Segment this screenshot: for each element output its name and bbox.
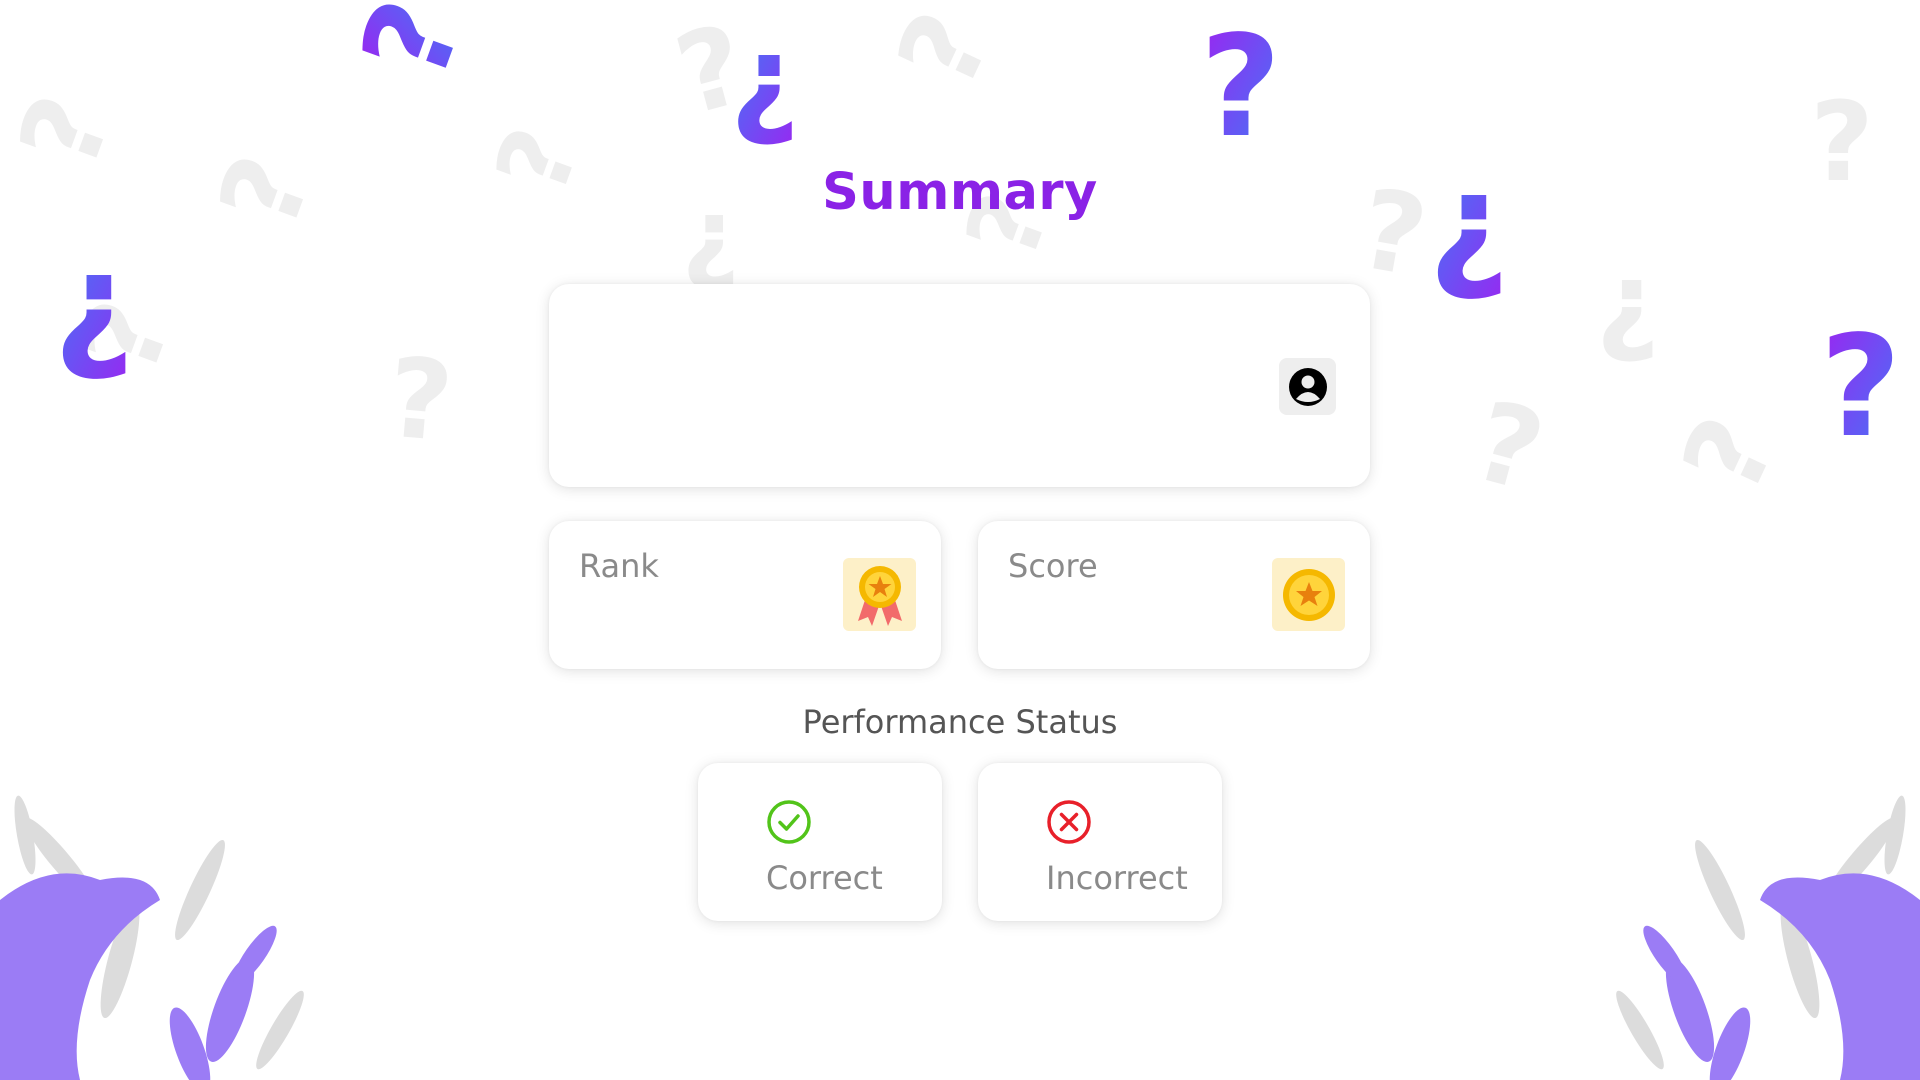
score-label: Score [1008, 547, 1098, 585]
rank-card: Rank [549, 521, 941, 669]
incorrect-card: Incorrect [978, 763, 1222, 921]
svg-text:?: ? [1461, 376, 1556, 516]
avatar [1279, 358, 1336, 415]
coin-icon [1282, 568, 1335, 621]
rank-icon-box [843, 558, 916, 631]
svg-text:?: ? [54, 241, 135, 404]
page-title: Summary [822, 163, 1098, 222]
performance-status-title: Performance Status [802, 703, 1118, 741]
svg-text:?: ? [335, 0, 489, 97]
x-circle-icon [1047, 800, 1091, 844]
svg-text:?: ? [383, 333, 458, 466]
svg-text:?: ? [54, 285, 196, 389]
background-decoration: ? ? ? ? ? ? ? ? ? ? ? ? ? ? ? ? ? ? ? ? [0, 0, 1920, 1080]
svg-text:?: ? [664, 0, 759, 140]
svg-text:?: ? [1658, 399, 1801, 511]
score-card: Score [978, 521, 1370, 669]
profile-card [549, 284, 1370, 487]
correct-label: Correct [766, 859, 883, 897]
score-icon-box [1272, 558, 1345, 631]
correct-card: Correct [698, 763, 942, 921]
incorrect-label: Incorrect [1046, 859, 1188, 897]
rank-label: Rank [579, 547, 659, 585]
svg-text:?: ? [1596, 254, 1660, 382]
user-circle-icon [1288, 367, 1327, 406]
medal-icon [857, 565, 902, 626]
svg-text:?: ? [1200, 6, 1281, 169]
svg-text:?: ? [1820, 306, 1901, 469]
svg-text:?: ? [730, 26, 800, 165]
check-circle-icon [767, 800, 811, 844]
svg-text:?: ? [873, 0, 1016, 106]
